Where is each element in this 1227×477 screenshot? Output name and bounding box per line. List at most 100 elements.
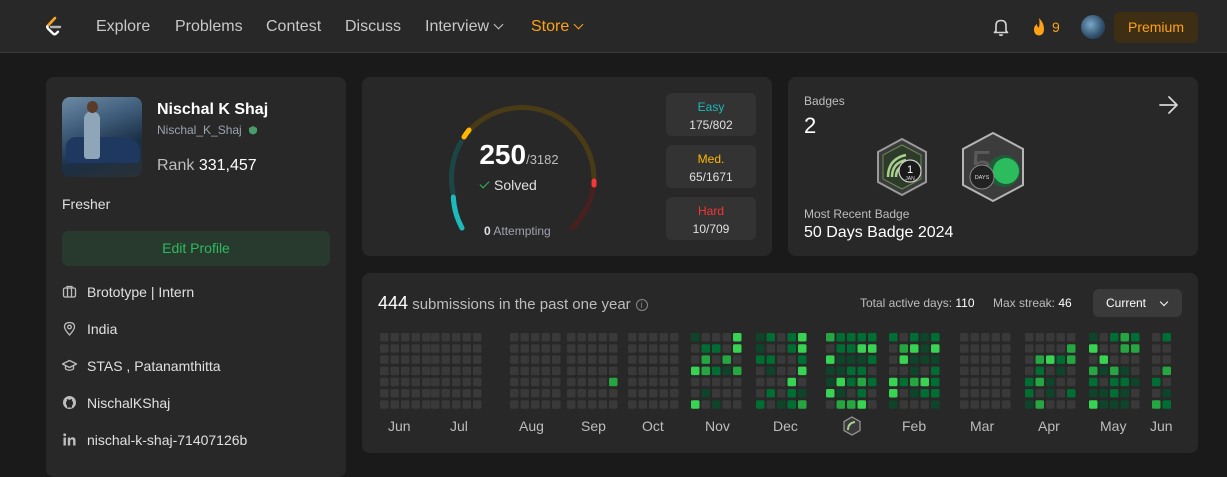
heatmap-day-cell[interactable] [1035, 389, 1045, 398]
heatmap-day-cell[interactable] [701, 366, 711, 376]
heatmap-day-cell[interactable] [411, 389, 421, 398]
nav-discuss[interactable]: Discuss [345, 18, 401, 36]
heatmap-day-cell[interactable] [798, 377, 807, 387]
heatmap-day-cell[interactable] [712, 333, 721, 342]
heatmap-day-cell[interactable] [1099, 333, 1109, 342]
heatmap-day-cell[interactable] [836, 344, 846, 353]
avatar[interactable] [1081, 15, 1105, 39]
heatmap-day-cell[interactable] [1120, 333, 1130, 342]
heatmap-day-cell[interactable] [981, 333, 990, 342]
heatmap-day-cell[interactable] [920, 389, 930, 398]
heatmap-day-cell[interactable] [1067, 333, 1076, 342]
heatmap-day-cell[interactable] [552, 355, 561, 364]
heatmap-day-cell[interactable] [1025, 377, 1034, 387]
heatmap-day-cell[interactable] [868, 389, 877, 398]
heatmap-day-cell[interactable] [766, 377, 776, 387]
heatmap-day-cell[interactable] [552, 344, 561, 353]
heatmap-day-cell[interactable] [609, 400, 618, 409]
heatmap-day-cell[interactable] [1002, 344, 1011, 353]
heatmap-day-cell[interactable] [411, 355, 421, 364]
difficulty-medium[interactable]: Med. 65/1671 [666, 145, 756, 188]
heatmap-day-cell[interactable] [1152, 344, 1161, 353]
heatmap-day-cell[interactable] [1056, 377, 1066, 387]
heatmap-day-cell[interactable] [1002, 355, 1011, 364]
heatmap-day-cell[interactable] [401, 366, 410, 376]
heatmap-day-cell[interactable] [541, 400, 551, 409]
heatmap-day-cell[interactable] [638, 366, 648, 376]
heatmap-day-cell[interactable] [836, 400, 846, 409]
heatmap-day-cell[interactable] [401, 389, 410, 398]
nav-contest[interactable]: Contest [266, 18, 321, 36]
heatmap-day-cell[interactable] [847, 333, 856, 342]
heatmap-day-cell[interactable] [1046, 389, 1055, 398]
heatmap-day-cell[interactable] [1131, 400, 1140, 409]
heatmap-day-cell[interactable] [691, 344, 700, 353]
heatmap-day-cell[interactable] [670, 355, 679, 364]
heatmap-day-cell[interactable] [598, 377, 608, 387]
heatmap-day-cell[interactable] [1056, 344, 1066, 353]
arrow-right-icon[interactable] [1158, 95, 1180, 115]
heatmap-day-cell[interactable] [441, 400, 451, 409]
heatmap-day-cell[interactable] [1110, 389, 1119, 398]
heatmap-day-cell[interactable] [531, 366, 540, 376]
heatmap-day-cell[interactable] [691, 400, 700, 409]
heatmap-day-cell[interactable] [520, 366, 530, 376]
heatmap-day-cell[interactable] [981, 400, 990, 409]
heatmap-day-cell[interactable] [541, 377, 551, 387]
heatmap-day-cell[interactable] [552, 377, 561, 387]
heatmap-day-cell[interactable] [798, 366, 807, 376]
heatmap-day-cell[interactable] [649, 333, 658, 342]
heatmap-day-cell[interactable] [931, 366, 940, 376]
heatmap-day-cell[interactable] [401, 344, 410, 353]
heatmap-day-cell[interactable] [473, 366, 482, 376]
heatmap-day-cell[interactable] [701, 400, 711, 409]
premium-button[interactable]: Premium [1114, 12, 1198, 43]
heatmap-day-cell[interactable] [659, 389, 669, 398]
heatmap-day-cell[interactable] [401, 355, 410, 364]
heatmap-day-cell[interactable] [422, 400, 431, 409]
heatmap-day-cell[interactable] [1099, 377, 1109, 387]
heatmap-day-cell[interactable] [628, 355, 637, 364]
heatmap-day-cell[interactable] [431, 389, 440, 398]
heatmap-day-cell[interactable] [588, 377, 597, 387]
heatmap-day-cell[interactable] [970, 355, 980, 364]
heatmap-day-cell[interactable] [777, 366, 786, 376]
heatmap-day-cell[interactable] [659, 355, 669, 364]
heatmap-day-cell[interactable] [588, 333, 597, 342]
heatmap-day-cell[interactable] [910, 389, 919, 398]
heatmap-day-cell[interactable] [756, 355, 765, 364]
heatmap-day-cell[interactable] [401, 377, 410, 387]
heatmap-day-cell[interactable] [991, 333, 1001, 342]
heatmap-day-cell[interactable] [1162, 344, 1172, 353]
heatmap-day-cell[interactable] [868, 344, 877, 353]
heatmap-day-cell[interactable] [609, 333, 618, 342]
heatmap-day-cell[interactable] [847, 355, 856, 364]
heatmap-day-cell[interactable] [380, 377, 389, 387]
heatmap-day-cell[interactable] [1067, 344, 1076, 353]
heatmap-day-cell[interactable] [567, 400, 576, 409]
heatmap-day-cell[interactable] [1046, 400, 1055, 409]
heatmap-day-cell[interactable] [826, 355, 835, 364]
heatmap-day-cell[interactable] [1002, 377, 1011, 387]
heatmap-day-cell[interactable] [598, 400, 608, 409]
heatmap-day-cell[interactable] [722, 355, 732, 364]
heatmap-day-cell[interactable] [1110, 400, 1119, 409]
heatmap-day-cell[interactable] [659, 333, 669, 342]
heatmap-day-cell[interactable] [1089, 400, 1098, 409]
heatmap-day-cell[interactable] [1099, 389, 1109, 398]
heatmap-day-cell[interactable] [670, 366, 679, 376]
heatmap-day-cell[interactable] [868, 366, 877, 376]
heatmap-day-cell[interactable] [422, 389, 431, 398]
heatmap-day-cell[interactable] [910, 333, 919, 342]
heatmap-day-cell[interactable] [970, 377, 980, 387]
heatmap-day-cell[interactable] [1056, 400, 1066, 409]
heatmap-day-cell[interactable] [473, 400, 482, 409]
heatmap-day-cell[interactable] [380, 333, 389, 342]
heatmap-day-cell[interactable] [756, 377, 765, 387]
heatmap-day-cell[interactable] [868, 377, 877, 387]
heatmap-day-cell[interactable] [1035, 377, 1045, 387]
heatmap-day-cell[interactable] [441, 377, 451, 387]
heatmap-day-cell[interactable] [462, 355, 472, 364]
heatmap-day-cell[interactable] [598, 333, 608, 342]
heatmap-day-cell[interactable] [638, 333, 648, 342]
